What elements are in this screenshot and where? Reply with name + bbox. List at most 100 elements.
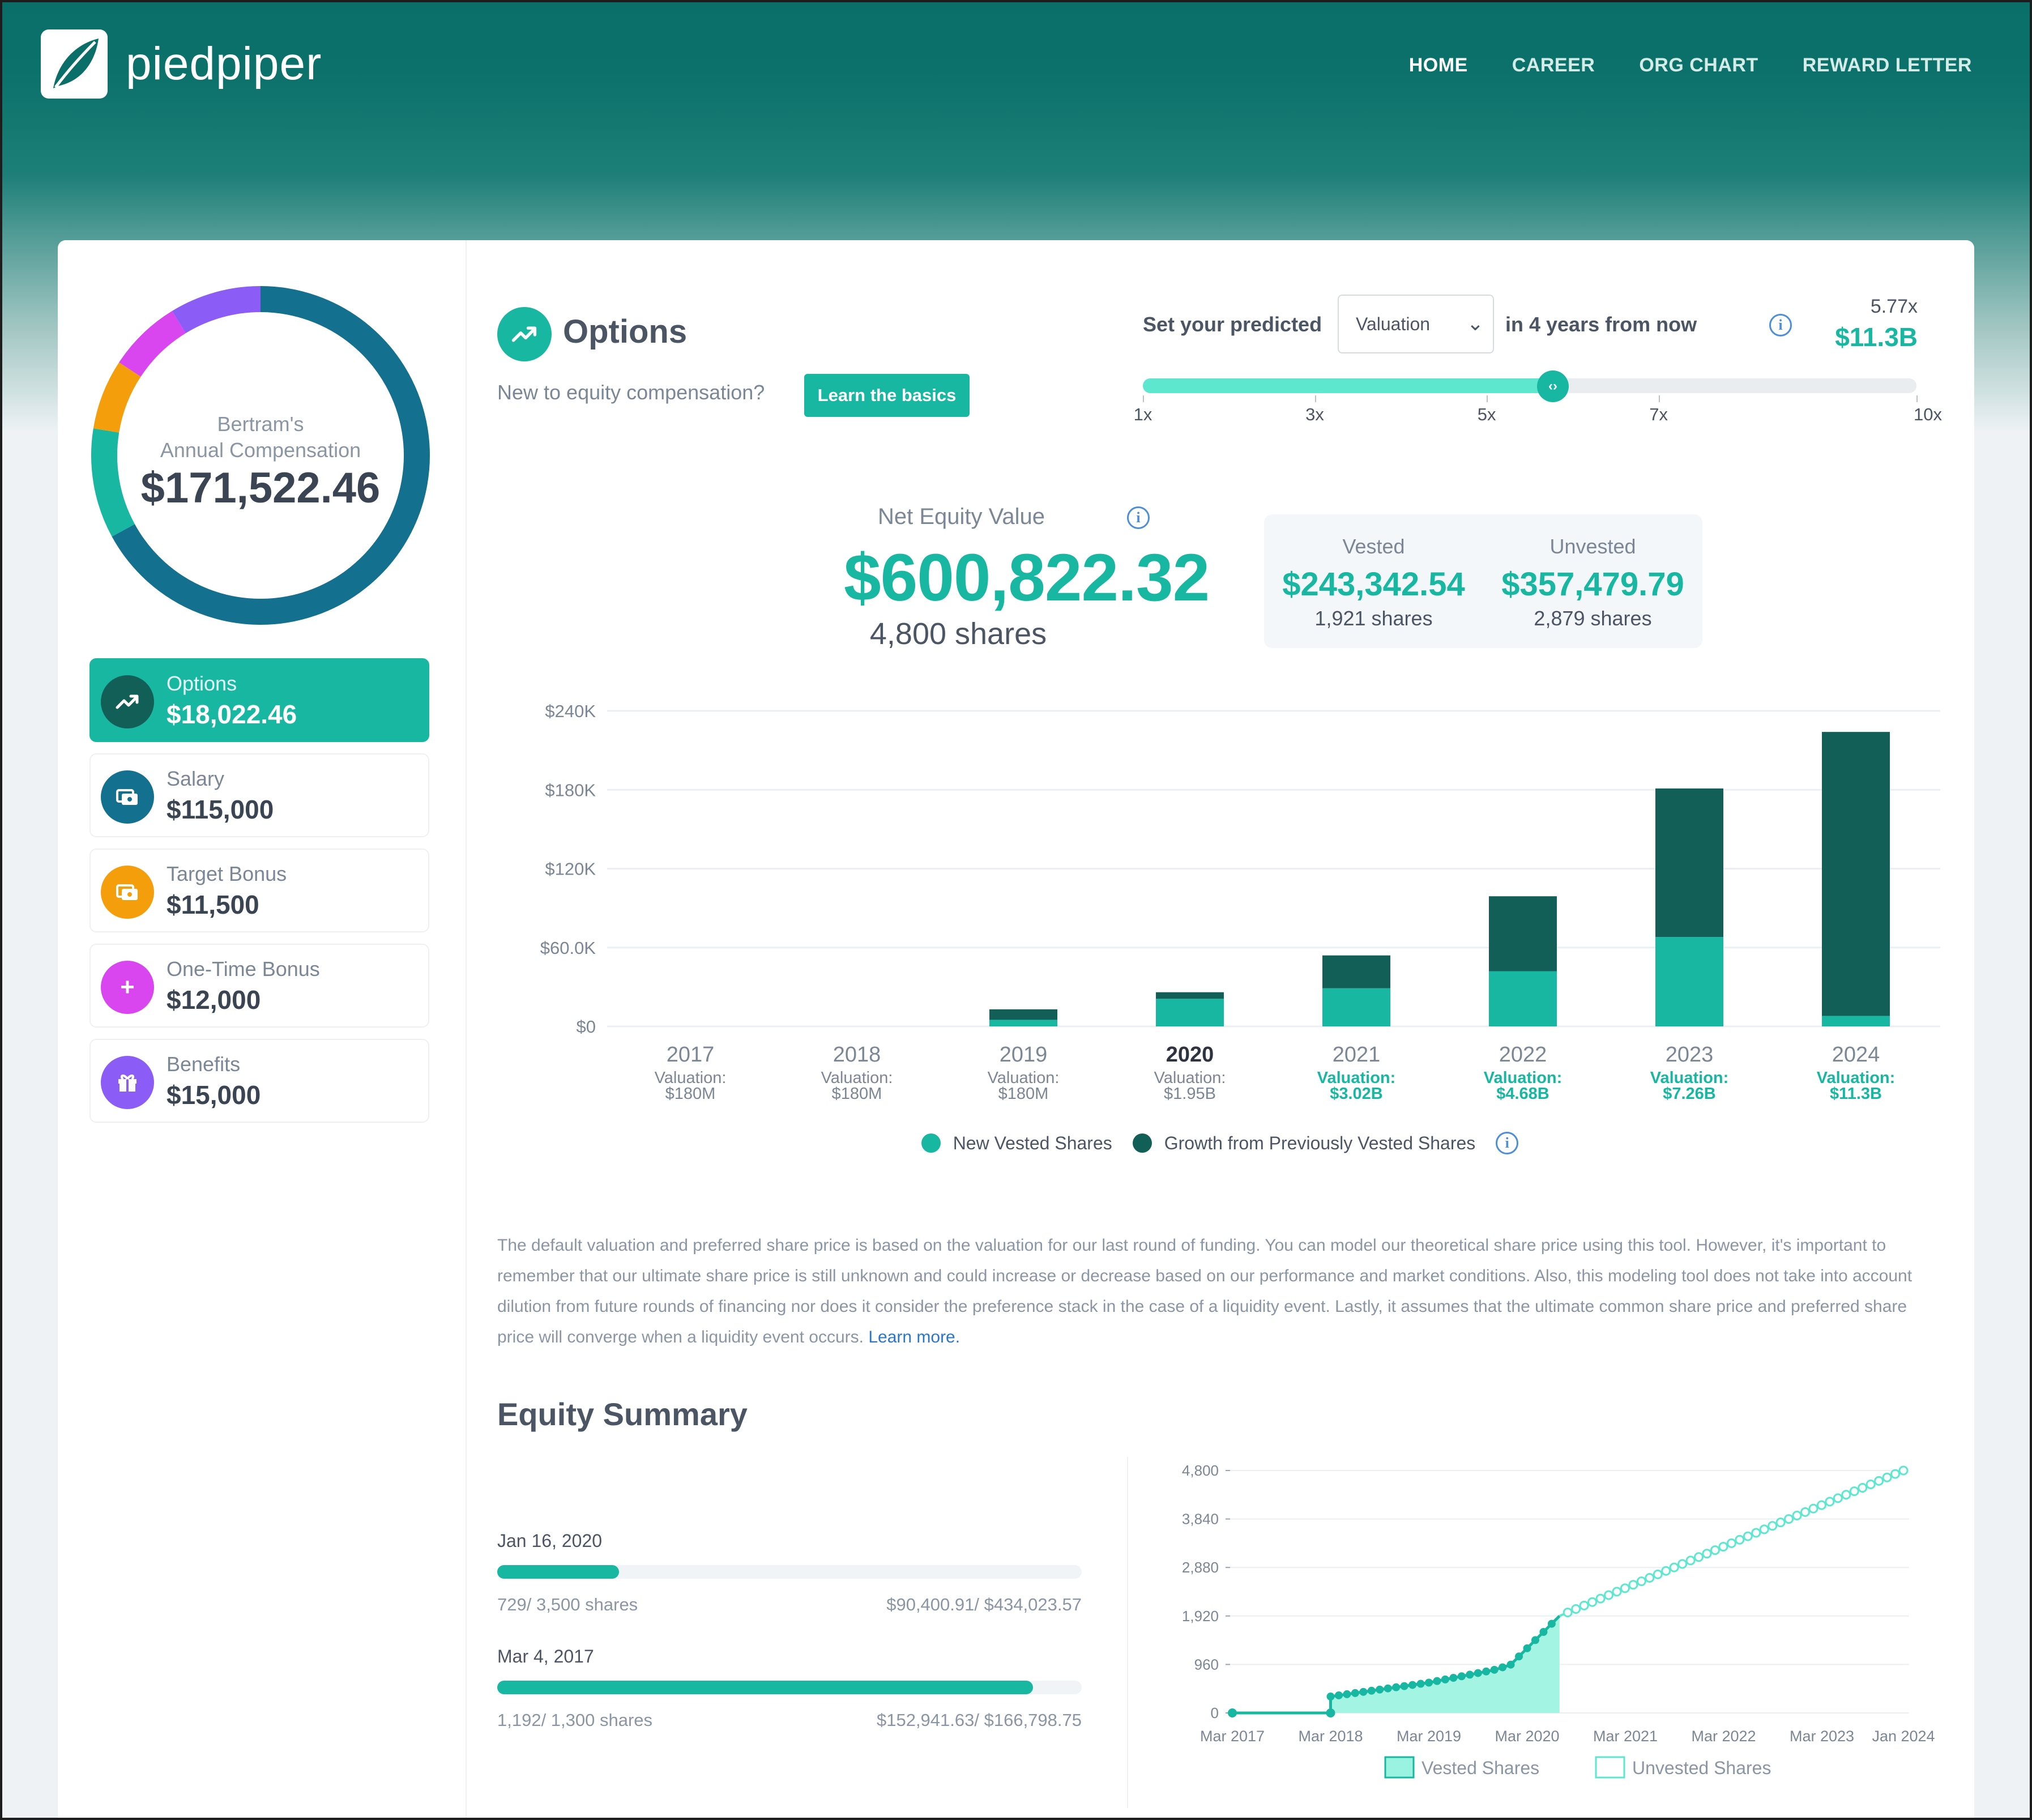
slider-handle[interactable]: ‹›	[1536, 370, 1569, 402]
bar-growth-from-previously-vested-shares-2021[interactable]	[1322, 955, 1390, 988]
vested-point[interactable]	[1547, 1619, 1556, 1628]
vested-point[interactable]	[1351, 1689, 1359, 1697]
unvested-point[interactable]	[1718, 1541, 1728, 1552]
unvested-point[interactable]	[1636, 1576, 1646, 1587]
comp-item-target-bonus[interactable]: Target Bonus $11,500	[89, 849, 429, 932]
unvested-point[interactable]	[1612, 1587, 1622, 1597]
unvested-point[interactable]	[1841, 1490, 1851, 1500]
vested-point[interactable]	[1334, 1691, 1343, 1699]
vested-point[interactable]	[1343, 1690, 1351, 1698]
grant-item[interactable]: Mar 4, 2017 1,192/ 1,300 shares $152,941…	[497, 1646, 1082, 1731]
unvested-point[interactable]	[1587, 1597, 1598, 1607]
info-icon[interactable]: i	[1496, 1132, 1519, 1154]
brand-logo[interactable]: piedpiper	[41, 29, 322, 99]
bar-new-vested-shares-2021[interactable]	[1322, 988, 1390, 1026]
vested-point[interactable]	[1384, 1684, 1392, 1693]
unvested-point[interactable]	[1645, 1572, 1655, 1583]
comp-item-one-time-bonus[interactable]: + One-Time Bonus $12,000	[89, 944, 429, 1028]
vested-point[interactable]	[1515, 1652, 1523, 1661]
vested-point[interactable]	[1466, 1670, 1474, 1679]
comp-item-benefits[interactable]: Benefits $15,000	[89, 1039, 429, 1123]
unvested-point[interactable]	[1571, 1604, 1581, 1614]
nav-home[interactable]: HOME	[1409, 54, 1468, 76]
unvested-point[interactable]	[1800, 1507, 1811, 1517]
learn-basics-button[interactable]: Learn the basics	[804, 374, 970, 417]
unvested-point[interactable]	[1792, 1510, 1802, 1520]
vested-point[interactable]	[1326, 1708, 1335, 1717]
unvested-point[interactable]	[1858, 1483, 1868, 1493]
unvested-point[interactable]	[1685, 1555, 1696, 1566]
unvested-point[interactable]	[1784, 1514, 1794, 1524]
vested-point[interactable]	[1499, 1663, 1507, 1672]
unvested-point[interactable]	[1735, 1535, 1745, 1545]
vested-point[interactable]	[1424, 1678, 1433, 1687]
unvested-point[interactable]	[1890, 1469, 1901, 1479]
learn-more-link[interactable]: Learn more.	[868, 1328, 960, 1346]
vested-point[interactable]	[1523, 1644, 1531, 1652]
nav-career[interactable]: CAREER	[1512, 54, 1595, 76]
vested-point[interactable]	[1392, 1683, 1401, 1691]
unvested-point[interactable]	[1563, 1608, 1573, 1618]
unvested-point[interactable]	[1775, 1518, 1786, 1528]
vested-point[interactable]	[1400, 1682, 1408, 1690]
unvested-point[interactable]	[1865, 1479, 1876, 1489]
vested-point[interactable]	[1376, 1685, 1384, 1694]
vested-point[interactable]	[1482, 1667, 1491, 1676]
vested-point[interactable]	[1539, 1627, 1548, 1636]
unvested-point[interactable]	[1677, 1559, 1688, 1569]
vested-point[interactable]	[1490, 1665, 1499, 1674]
vested-point[interactable]	[1433, 1677, 1441, 1685]
bar-new-vested-shares-2023[interactable]	[1655, 937, 1723, 1026]
vested-point[interactable]	[1457, 1672, 1466, 1681]
vested-point[interactable]	[1441, 1675, 1449, 1683]
unvested-point[interactable]	[1669, 1562, 1679, 1572]
unvested-point[interactable]	[1874, 1476, 1884, 1486]
bar-new-vested-shares-2019[interactable]	[989, 1020, 1057, 1026]
vested-point[interactable]	[1506, 1660, 1515, 1669]
unvested-point[interactable]	[1620, 1583, 1630, 1593]
unvested-point[interactable]	[1702, 1549, 1712, 1559]
bar-growth-from-previously-vested-shares-2023[interactable]	[1655, 788, 1723, 937]
unvested-point[interactable]	[1825, 1497, 1835, 1507]
unvested-point[interactable]	[1579, 1600, 1589, 1610]
bar-growth-from-previously-vested-shares-2022[interactable]	[1489, 896, 1557, 971]
nav-reward-letter[interactable]: REWARD LETTER	[1803, 54, 1972, 76]
unvested-point[interactable]	[1898, 1465, 1909, 1476]
vested-point[interactable]	[1359, 1687, 1368, 1696]
vested-point[interactable]	[1367, 1686, 1376, 1695]
info-icon[interactable]: i	[1769, 314, 1792, 336]
unvested-point[interactable]	[1743, 1531, 1753, 1541]
bar-new-vested-shares-2020[interactable]	[1156, 999, 1224, 1026]
vested-point[interactable]	[1228, 1708, 1237, 1717]
unvested-point[interactable]	[1816, 1500, 1826, 1510]
valuation-slider[interactable]: ‹›	[1143, 370, 1916, 402]
unvested-point[interactable]	[1833, 1493, 1843, 1503]
unvested-point[interactable]	[1768, 1521, 1778, 1531]
bar-growth-from-previously-vested-shares-2020[interactable]	[1156, 992, 1224, 999]
unvested-point[interactable]	[1726, 1538, 1736, 1548]
unvested-point[interactable]	[1882, 1472, 1892, 1482]
grant-item[interactable]: Jan 16, 2020 729/ 3,500 shares $90,400.9…	[497, 1531, 1082, 1615]
unvested-point[interactable]	[1628, 1580, 1638, 1590]
unvested-point[interactable]	[1595, 1593, 1606, 1604]
vested-point[interactable]	[1531, 1636, 1539, 1644]
unvested-point[interactable]	[1661, 1566, 1671, 1576]
unvested-point[interactable]	[1653, 1569, 1663, 1579]
prediction-type-select[interactable]: Valuation ⌄	[1338, 295, 1494, 353]
bar-new-vested-shares-2022[interactable]	[1489, 971, 1557, 1026]
unvested-point[interactable]	[1849, 1486, 1859, 1497]
unvested-point[interactable]	[1604, 1590, 1614, 1600]
vested-point[interactable]	[1416, 1680, 1425, 1688]
vested-point[interactable]	[1474, 1669, 1482, 1677]
vested-point[interactable]	[1326, 1693, 1335, 1701]
info-icon[interactable]: i	[1127, 506, 1150, 529]
unvested-point[interactable]	[1759, 1524, 1769, 1535]
vested-point[interactable]	[1449, 1674, 1458, 1682]
comp-item-options[interactable]: Options $18,022.46	[89, 658, 429, 742]
unvested-point[interactable]	[1751, 1528, 1761, 1538]
unvested-point[interactable]	[1694, 1552, 1704, 1562]
bar-growth-from-previously-vested-shares-2019[interactable]	[989, 1009, 1057, 1020]
comp-item-salary[interactable]: Salary $115,000	[89, 753, 429, 837]
unvested-point[interactable]	[1710, 1545, 1720, 1555]
bar-growth-from-previously-vested-shares-2024[interactable]	[1822, 732, 1890, 1016]
